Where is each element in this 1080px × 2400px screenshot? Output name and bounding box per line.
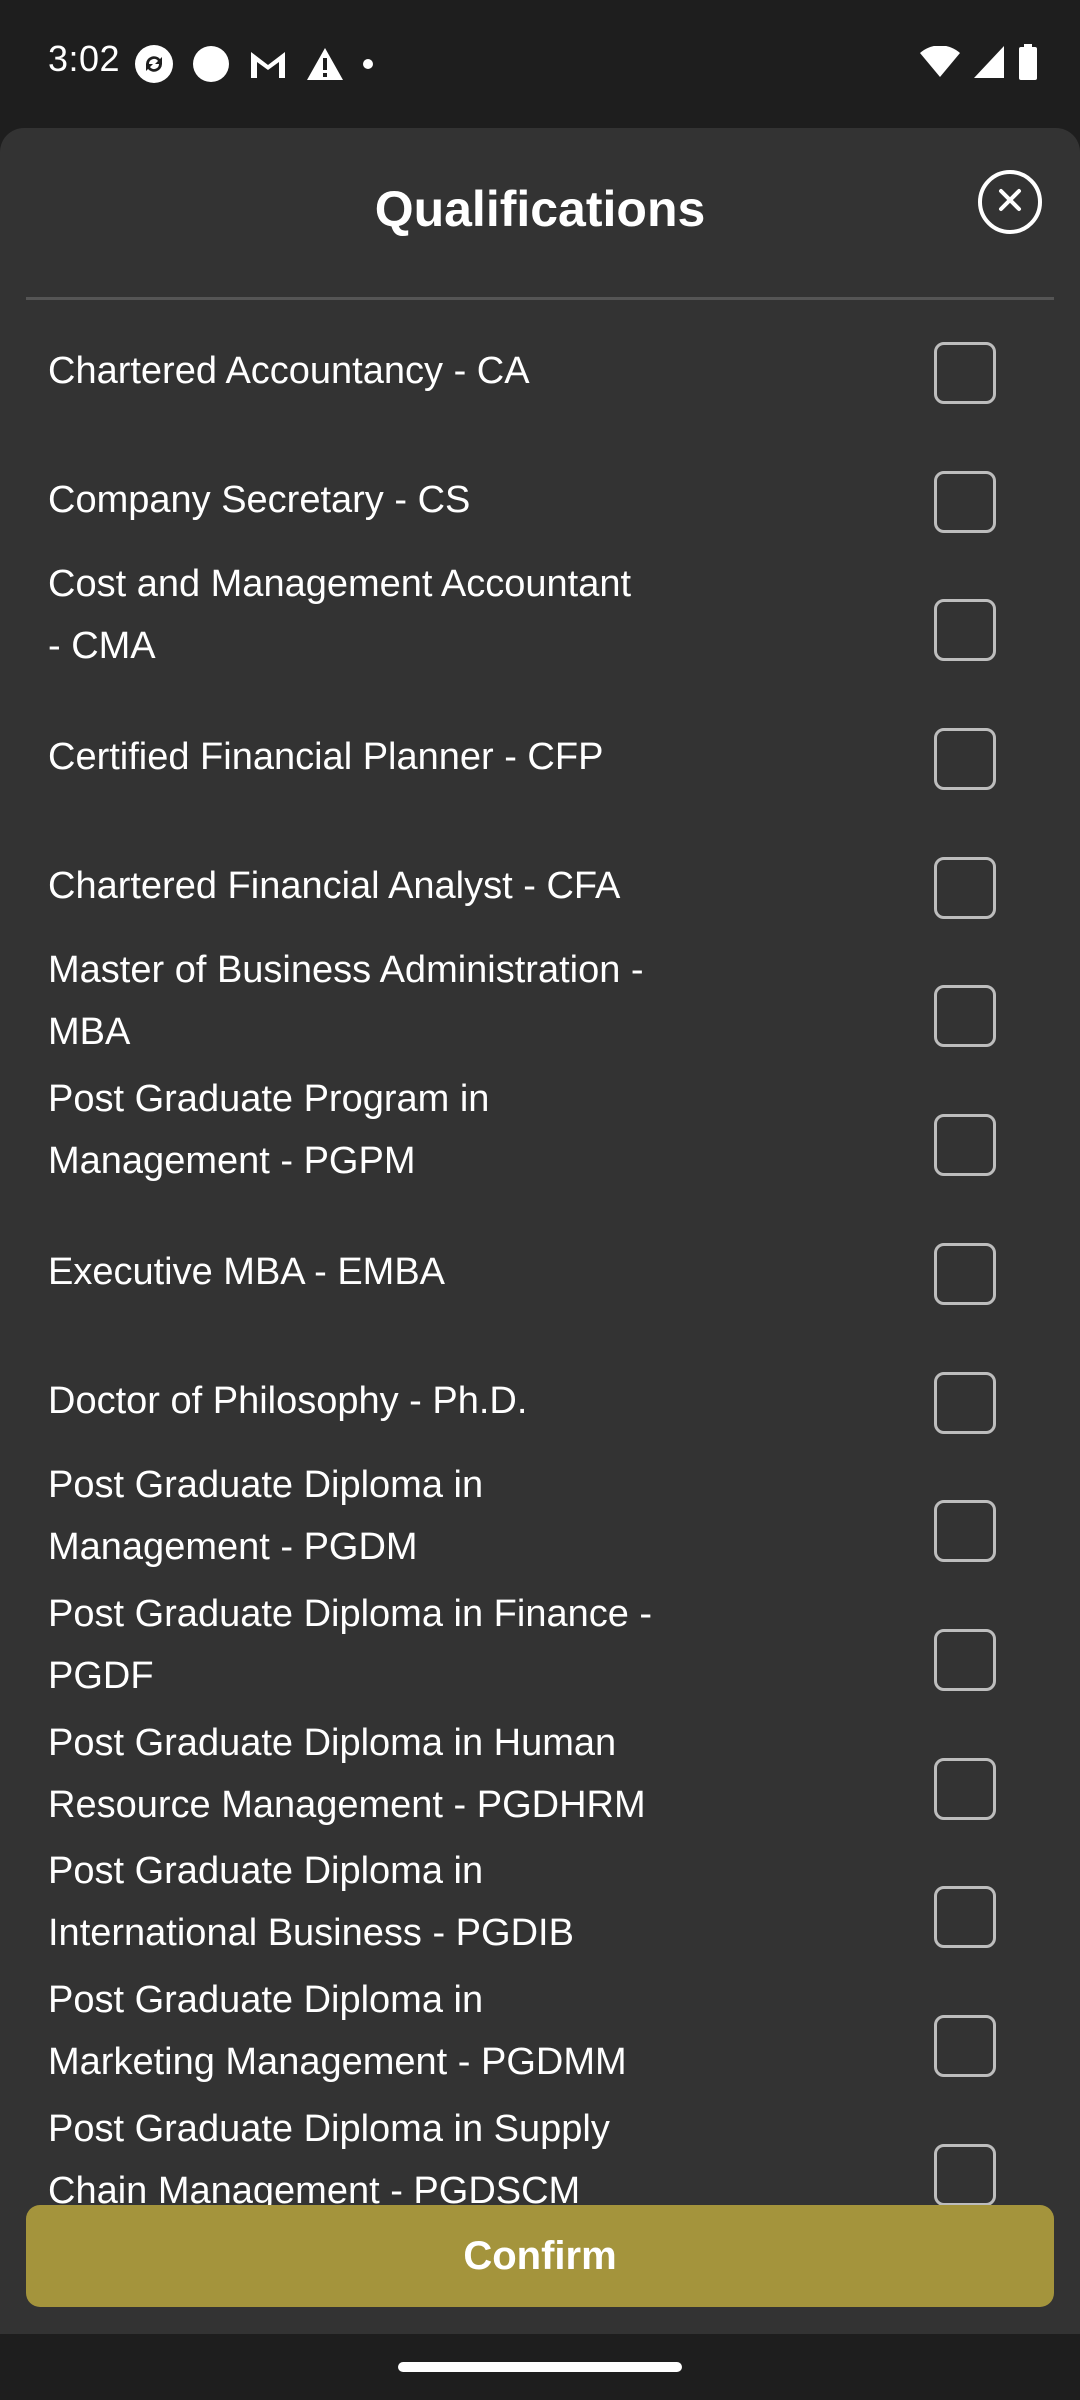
list-item[interactable]: Chartered Financial Analyst - CFA: [0, 815, 1080, 944]
checkbox[interactable]: [934, 342, 996, 404]
item-label: Certified Financial Planner - CFP: [48, 736, 604, 779]
list-item[interactable]: Post Graduate Diploma in Management - PG…: [0, 1458, 1080, 1587]
checkbox[interactable]: [934, 1500, 996, 1563]
list-item[interactable]: Executive MBA - EMBA: [0, 1201, 1080, 1330]
item-label: Chartered Financial Analyst - CFA: [48, 864, 621, 907]
list-item[interactable]: Master of Business Administration - MBA: [0, 943, 1080, 1072]
item-label: Chartered Accountancy - CA: [48, 350, 530, 392]
item-label: Post Graduate Diploma in Human Resource …: [48, 1721, 646, 1826]
item-label: Post Graduate Diploma in Finance - PGDF: [48, 1592, 653, 1697]
system-icons: [920, 44, 1038, 85]
checkbox[interactable]: [934, 2143, 996, 2206]
checkbox[interactable]: [934, 1242, 996, 1305]
item-label: Cost and Management Accountant - CMA: [48, 563, 632, 668]
list-item[interactable]: Cost and Management Accountant - CMA: [0, 557, 1080, 686]
status-time: 3:02: [48, 38, 121, 79]
status-bar: 3:02: [0, 0, 1080, 128]
warning-icon: [306, 47, 344, 81]
list-item[interactable]: Chartered Accountancy - CA: [0, 300, 1080, 429]
home-indicator[interactable]: [398, 2362, 682, 2372]
item-label: Post Graduate Diploma in Management - PG…: [48, 1464, 484, 1569]
checkbox[interactable]: [934, 856, 996, 919]
close-button[interactable]: [978, 170, 1042, 234]
checkbox[interactable]: [934, 470, 996, 533]
checkbox[interactable]: [934, 2014, 996, 2077]
item-label: Post Graduate Diploma in Supply Chain Ma…: [48, 2107, 610, 2206]
list-item[interactable]: Post Graduate Diploma in International B…: [0, 1844, 1080, 1973]
sync-icon: [134, 44, 174, 84]
checkbox[interactable]: [934, 1371, 996, 1434]
list-item[interactable]: Company Secretary - CS: [0, 429, 1080, 558]
item-label: Post Graduate Diploma in International B…: [48, 1850, 574, 1955]
checkbox[interactable]: [934, 1757, 996, 1820]
notification-icons: [134, 44, 374, 84]
confirm-button[interactable]: Confirm: [26, 2205, 1054, 2307]
list-item[interactable]: Post Graduate Diploma in Marketing Manag…: [0, 1973, 1080, 2102]
list-item[interactable]: Post Graduate Program in Management - PG…: [0, 1072, 1080, 1201]
qualifications-sheet: Qualifications Chartered Accountancy - C…: [0, 128, 1080, 2334]
battery-icon: [1018, 44, 1038, 85]
circle-icon: [192, 45, 230, 83]
item-label: Post Graduate Diploma in Marketing Manag…: [48, 1978, 627, 2083]
list-item[interactable]: Post Graduate Diploma in Human Resource …: [0, 1716, 1080, 1845]
item-label: Company Secretary - CS: [48, 478, 471, 521]
dot-icon: [362, 58, 374, 70]
list-item[interactable]: Post Graduate Diploma in Finance - PGDF: [0, 1587, 1080, 1716]
checkbox[interactable]: [934, 985, 996, 1048]
signal-icon: [974, 46, 1004, 83]
checkbox[interactable]: [934, 1886, 996, 1949]
item-label: Doctor of Philosophy - Ph.D.: [48, 1379, 528, 1422]
item-label: Post Graduate Program in Management - PG…: [48, 1078, 490, 1183]
qualifications-list[interactable]: Chartered Accountancy - CA Company Secre…: [0, 300, 1080, 2206]
checkbox[interactable]: [934, 599, 996, 662]
wifi-icon: [920, 45, 960, 83]
list-item[interactable]: Doctor of Philosophy - Ph.D.: [0, 1330, 1080, 1459]
sheet-title: Qualifications: [374, 181, 706, 237]
item-label: Master of Business Administration - MBA: [48, 949, 644, 1054]
list-item[interactable]: Post Graduate Diploma in Supply Chain Ma…: [0, 2102, 1080, 2206]
checkbox[interactable]: [934, 1114, 996, 1177]
close-icon: [997, 187, 1023, 218]
item-label: Executive MBA - EMBA: [48, 1250, 446, 1293]
list-item[interactable]: Certified Financial Planner - CFP: [0, 686, 1080, 815]
checkbox[interactable]: [934, 728, 996, 791]
checkbox[interactable]: [934, 1628, 996, 1691]
gmail-icon: [248, 48, 288, 80]
